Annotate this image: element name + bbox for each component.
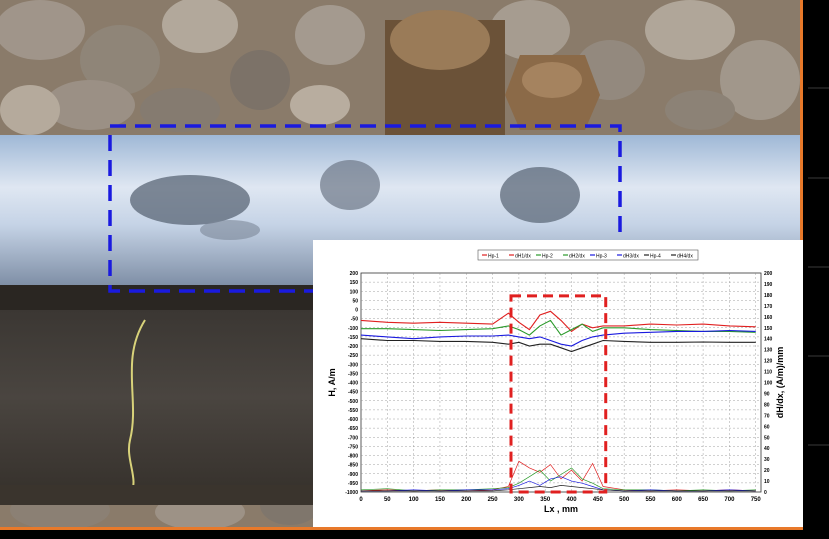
chart-legend: Hp-1 dH1/dx Hp-2 dH2/dx Hp-3 dH3/dx Hp-4 dH4/dx	[477, 249, 699, 261]
x-tick-label: 50	[384, 497, 391, 503]
y-right-tick-label: 200	[764, 271, 773, 277]
y-right-tick-label: 140	[764, 337, 773, 343]
y-tick-label: 150	[350, 280, 359, 286]
y-right-tick-label: 40	[764, 446, 770, 452]
x-tick-label: 750	[751, 497, 762, 503]
y-tick-label: -100	[348, 326, 358, 332]
y-right-tick-label: 80	[764, 402, 770, 408]
x-axis-label: Lx , mm	[544, 504, 578, 514]
photo-frame-bottom	[0, 527, 803, 530]
y-right-tick-label: 20	[764, 468, 770, 474]
y-right-axis-label: dH/dx, (A/m)/mm	[775, 347, 785, 419]
y-right-tick-label: 120	[764, 359, 773, 365]
y-right-tick-label: 180	[764, 293, 773, 299]
x-tick-label: 0	[359, 497, 363, 503]
x-tick-label: 550	[645, 497, 656, 503]
y-right-tick-label: 190	[764, 282, 773, 288]
y-tick-label: -800	[348, 454, 358, 460]
y-tick-label: -400	[348, 381, 358, 387]
y-right-tick-label: 100	[764, 381, 773, 387]
legend-entry: dH2/dx	[569, 254, 585, 260]
y-right-tick-label: 10	[764, 479, 770, 485]
y-tick-label: -350	[348, 371, 358, 377]
y-tick-label: -1000	[345, 490, 358, 496]
y-right-tick-label: 70	[764, 413, 770, 419]
x-tick-labels: 0 50 100 150 200 250 300 350 400 450 500 550 600 650 7…	[359, 497, 761, 503]
y-tick-label: 0	[355, 308, 358, 314]
x-tick-label: 350	[540, 497, 551, 503]
y-right-tick-label: 170	[764, 304, 773, 310]
y-right-tick-label: 110	[764, 370, 772, 376]
y-tick-label: -450	[348, 390, 358, 396]
x-tick-label: 200	[461, 497, 472, 503]
y-tick-labels: 200 150 100 50 0 -50 -100 -150 -200 -250 -300 -350 -…	[345, 271, 358, 496]
legend-entry: Hp-3	[596, 254, 607, 260]
y-tick-label: -550	[348, 408, 358, 414]
y-tick-label: -900	[348, 472, 358, 478]
x-tick-label: 400	[567, 497, 578, 503]
magnetic-chart-panel: Hp-1 dH1/dx Hp-2 dH2/dx Hp-3 dH3/dx Hp-4 dH4/dx…	[313, 240, 803, 527]
y-tick-label: 50	[352, 298, 358, 304]
chart-grid	[360, 272, 762, 493]
x-tick-label: 600	[672, 497, 683, 503]
x-tick-label: 500	[619, 497, 630, 503]
legend-entry: dH1/dx	[515, 254, 531, 260]
y-tick-label: -700	[348, 435, 358, 441]
y-right-tick-label: 90	[764, 391, 770, 397]
y-right-tick-label: 160	[764, 315, 773, 321]
y-tick-label: -950	[348, 481, 358, 487]
y-right-tick-label: 50	[764, 435, 770, 441]
legend-entry: Hp-4	[650, 254, 661, 260]
y-right-tick-labels: 2001901801701601501401301201101009080706…	[764, 271, 773, 496]
y-tick-label: 200	[350, 271, 359, 277]
magnetic-field-chart: Hp-1 dH1/dx Hp-2 dH2/dx Hp-3 dH3/dx Hp-4 dH4/dx…	[327, 249, 785, 514]
x-tick-label: 650	[698, 497, 709, 503]
x-tick-label: 150	[435, 497, 446, 503]
y-tick-label: -650	[348, 426, 358, 432]
x-tick-label: 450	[593, 497, 604, 503]
y-right-tick-label: 150	[764, 326, 773, 332]
y-tick-label: -250	[348, 353, 358, 359]
y-tick-label: 100	[350, 289, 359, 295]
x-tick-label: 100	[409, 497, 420, 503]
y-tick-label: -200	[348, 344, 358, 350]
y-right-tick-label: 130	[764, 348, 773, 354]
y-right-tick-label: 60	[764, 424, 770, 430]
y-right-tick-label: 0	[764, 490, 767, 496]
y-tick-label: -50	[351, 317, 358, 323]
x-tick-label: 300	[514, 497, 525, 503]
y-tick-label: -150	[348, 335, 358, 341]
legend-entry: dH4/dx	[677, 254, 693, 260]
x-tick-label: 250	[488, 497, 499, 503]
legend-entry: Hp-1	[488, 254, 499, 260]
y-right-tick-label: 30	[764, 457, 770, 463]
y-tick-label: -850	[348, 463, 358, 469]
x-tick-label: 700	[724, 497, 735, 503]
side-divider-lines	[803, 0, 829, 534]
y-tick-label: -300	[348, 362, 358, 368]
legend-entry: Hp-2	[542, 254, 553, 260]
y-tick-label: -750	[348, 444, 358, 450]
legend-entry: dH3/dx	[623, 254, 639, 260]
y-tick-label: -500	[348, 399, 358, 405]
y-tick-label: -600	[348, 417, 358, 423]
y-axis-label: H, A/m	[327, 368, 337, 396]
